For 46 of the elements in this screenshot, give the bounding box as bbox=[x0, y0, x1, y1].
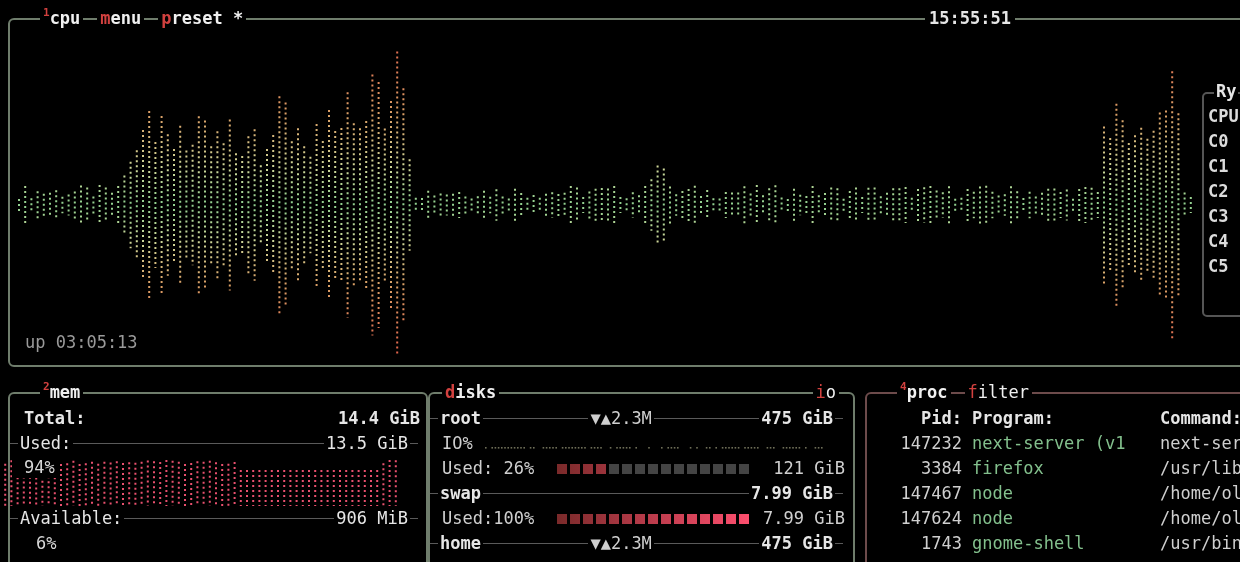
program-cell-text: node bbox=[972, 507, 1014, 530]
core-label: C4 bbox=[1208, 230, 1230, 253]
disk-used-value: 121 GiB bbox=[773, 457, 845, 480]
core-label: C3 bbox=[1208, 205, 1230, 228]
program-cell-text: firefox bbox=[972, 457, 1045, 480]
disk-size: 7.99 GiB bbox=[751, 482, 833, 505]
disk-name: home bbox=[440, 532, 481, 555]
core-label: C5 bbox=[1208, 255, 1230, 278]
disk-io-rate: ▼▲2.3M bbox=[590, 532, 652, 555]
proc-box-title[interactable]: $^{4}$proc bbox=[897, 380, 951, 405]
mem-label: Available: bbox=[20, 507, 123, 530]
pid-cell-text: 147467 bbox=[899, 482, 962, 505]
program-cell-text: node bbox=[972, 482, 1014, 505]
program-cell-text: next-server (v1 bbox=[972, 432, 1127, 455]
program-cell-text: gnome-shell bbox=[972, 532, 1086, 555]
command-cell-text: /home/ol bbox=[1160, 482, 1240, 505]
disk-used-label: Used:100% bbox=[442, 507, 536, 530]
pid-cell-text: 147624 bbox=[899, 507, 962, 530]
core-label: C2 bbox=[1208, 180, 1230, 203]
mem-value: 14.4 GiB bbox=[338, 407, 420, 430]
command-cell-text: /usr/lib bbox=[1160, 457, 1240, 480]
mem-label: Total: bbox=[24, 407, 86, 430]
disk-io-rate: ▼▲2.3M bbox=[590, 407, 652, 430]
mem-label: Used: bbox=[20, 432, 72, 455]
disk-size: 475 GiB bbox=[761, 532, 833, 555]
command-cell-text: /home/ol bbox=[1160, 507, 1240, 530]
mem-percent: 6% bbox=[35, 532, 57, 555]
disk-used-label: Used: 26% bbox=[442, 457, 536, 480]
core-label: C0 bbox=[1208, 130, 1230, 153]
column-header[interactable]: Program: bbox=[972, 406, 1152, 431]
mem-value: 906 MiB bbox=[336, 507, 408, 530]
mem-value: 13.5 GiB bbox=[326, 432, 408, 455]
disk-size: 475 GiB bbox=[761, 407, 833, 430]
pid-cell-text: 1743 bbox=[920, 532, 962, 555]
disk-name: root bbox=[440, 407, 481, 430]
io-label: IO% bbox=[442, 432, 473, 455]
core-label: CPU bbox=[1208, 105, 1240, 128]
column-header[interactable]: Pid: bbox=[867, 406, 962, 431]
command-cell-text: /usr/bin bbox=[1160, 532, 1240, 555]
pid-cell-text: 147232 bbox=[899, 432, 962, 455]
core-label: C1 bbox=[1208, 155, 1230, 178]
disk-used-value: 7.99 GiB bbox=[763, 507, 845, 530]
column-header[interactable]: Command: bbox=[1160, 406, 1240, 431]
pid-cell-text: 3384 bbox=[920, 457, 962, 480]
cpu-box-title[interactable]: $^{1}$cpu bbox=[40, 6, 84, 31]
disk-name: swap bbox=[440, 482, 481, 505]
